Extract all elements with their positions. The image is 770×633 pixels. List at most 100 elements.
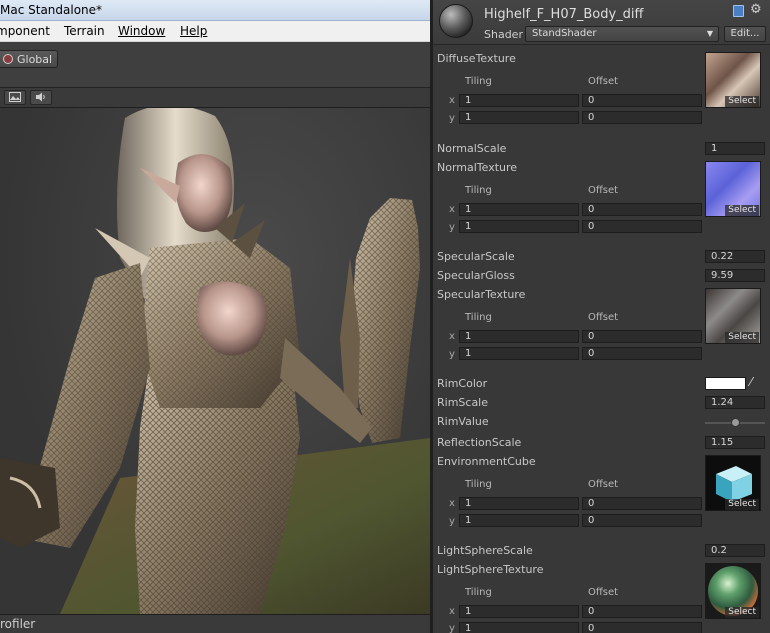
- x-label: x: [449, 95, 455, 106]
- y-label: y: [449, 516, 455, 527]
- normal-scale-label: NormalScale: [437, 142, 507, 155]
- diffuse-offset-x-field[interactable]: 0: [582, 94, 702, 107]
- env-offset-y-field[interactable]: 0: [582, 514, 702, 527]
- specular-tiling-x-field[interactable]: 1: [459, 330, 579, 343]
- diffuse-tiling-y-field[interactable]: 1: [459, 111, 579, 124]
- window-title-bar: Mac Standalone*: [0, 0, 430, 21]
- offset-header: Offset: [588, 76, 619, 87]
- select-button[interactable]: Select: [725, 332, 759, 343]
- menu-bar: mponent Terrain Window Help: [0, 21, 430, 42]
- rim-value-label: RimValue: [437, 415, 489, 428]
- specular-tiling-y-field[interactable]: 1: [459, 347, 579, 360]
- speaker-icon: [36, 92, 45, 102]
- image-icon: [9, 92, 21, 102]
- book-icon[interactable]: [733, 5, 744, 17]
- profiler-label: rofiler: [0, 617, 36, 631]
- shader-value: StandShader: [532, 28, 597, 39]
- normal-texture-slot[interactable]: Select: [705, 161, 761, 217]
- rim-color-label: RimColor: [437, 377, 488, 390]
- rim-scale-label: RimScale: [437, 396, 489, 409]
- x-label: x: [449, 606, 455, 617]
- sphere-tiling-x-field[interactable]: 1: [459, 605, 579, 618]
- normal-tiling-y-field[interactable]: 1: [459, 220, 579, 233]
- window-title: Mac Standalone*: [0, 3, 103, 17]
- y-label: y: [449, 623, 455, 633]
- scene-view-toolbar: [0, 88, 430, 108]
- scene-audio-toggle[interactable]: [30, 90, 52, 105]
- specular-scale-label: SpecularScale: [437, 250, 515, 263]
- specular-scale-field[interactable]: 0.22: [705, 250, 765, 263]
- select-button[interactable]: Select: [725, 205, 759, 216]
- editor-toolbar: Global: [0, 42, 430, 88]
- normal-scale-field[interactable]: 1: [705, 142, 765, 155]
- offset-header: Offset: [588, 479, 619, 490]
- menu-component[interactable]: mponent: [0, 21, 50, 42]
- specular-offset-y-field[interactable]: 0: [582, 347, 702, 360]
- eyedropper-icon[interactable]: ⁄: [750, 375, 752, 389]
- normal-tiling-x-field[interactable]: 1: [459, 203, 579, 216]
- select-button[interactable]: Select: [725, 96, 759, 107]
- material-preview-sphere: [439, 4, 473, 38]
- specular-gloss-label: SpecularGloss: [437, 269, 515, 282]
- normal-texture-label: NormalTexture: [437, 161, 518, 174]
- y-label: y: [449, 349, 455, 360]
- tiling-header: Tiling: [465, 185, 492, 196]
- scene-viewport[interactable]: [0, 108, 430, 614]
- x-label: x: [449, 331, 455, 342]
- normal-offset-y-field[interactable]: 0: [582, 220, 702, 233]
- material-header: Highelf_F_H07_Body_diff ⚙ Shader StandSh…: [433, 0, 770, 45]
- select-button[interactable]: Select: [725, 499, 759, 510]
- rim-color-swatch[interactable]: [705, 377, 746, 390]
- environment-cube-slot[interactable]: Select: [705, 455, 761, 511]
- offset-header: Offset: [588, 312, 619, 323]
- sphere-offset-y-field[interactable]: 0: [582, 622, 702, 633]
- light-sphere-scale-label: LightSphereScale: [437, 544, 533, 557]
- diffuse-offset-y-field[interactable]: 0: [582, 111, 702, 124]
- normal-offset-x-field[interactable]: 0: [582, 203, 702, 216]
- sphere-offset-x-field[interactable]: 0: [582, 605, 702, 618]
- rim-value-slider-thumb[interactable]: [730, 418, 740, 427]
- light-sphere-texture-slot[interactable]: Select: [705, 563, 761, 619]
- reflection-scale-field[interactable]: 1.15: [705, 436, 765, 449]
- character-render: [0, 108, 430, 614]
- diffuse-tiling-x-field[interactable]: 1: [459, 94, 579, 107]
- select-button[interactable]: Select: [725, 607, 759, 618]
- menu-window[interactable]: Window: [118, 21, 165, 42]
- diffuse-texture-label: DiffuseTexture: [437, 52, 516, 65]
- material-inspector: Highelf_F_H07_Body_diff ⚙ Shader StandSh…: [433, 0, 770, 633]
- specular-offset-x-field[interactable]: 0: [582, 330, 702, 343]
- gear-icon[interactable]: ⚙: [750, 3, 762, 17]
- environment-cube-label: EnvironmentCube: [437, 455, 536, 468]
- material-name: Highelf_F_H07_Body_diff: [484, 7, 644, 22]
- specular-texture-slot[interactable]: Select: [705, 288, 761, 344]
- edit-shader-button[interactable]: Edit...: [724, 26, 766, 42]
- tiling-header: Tiling: [465, 587, 492, 598]
- specular-texture-label: SpecularTexture: [437, 288, 526, 301]
- diffuse-texture-slot[interactable]: Select: [705, 52, 761, 108]
- rim-scale-field[interactable]: 1.24: [705, 396, 765, 409]
- menu-help[interactable]: Help: [180, 21, 207, 42]
- y-label: y: [449, 113, 455, 124]
- y-label: y: [449, 222, 455, 233]
- light-sphere-scale-field[interactable]: 0.2: [705, 544, 765, 557]
- tiling-header: Tiling: [465, 76, 492, 87]
- editor-area: Mac Standalone* mponent Terrain Window H…: [0, 0, 430, 633]
- pivot-circle-icon: [3, 54, 13, 64]
- specular-gloss-field[interactable]: 9.59: [705, 269, 765, 282]
- sphere-tiling-y-field[interactable]: 1: [459, 622, 579, 633]
- scene-image-toggle[interactable]: [4, 90, 26, 105]
- profiler-tab[interactable]: rofiler: [0, 614, 430, 633]
- offset-header: Offset: [588, 587, 619, 598]
- menu-terrain[interactable]: Terrain: [64, 21, 105, 42]
- dropdown-arrow-icon: ▼: [706, 29, 713, 38]
- pivot-global-toggle[interactable]: Global: [0, 50, 58, 68]
- env-offset-x-field[interactable]: 0: [582, 497, 702, 510]
- tiling-header: Tiling: [465, 479, 492, 490]
- global-label: Global: [17, 53, 53, 66]
- tiling-header: Tiling: [465, 312, 492, 323]
- env-tiling-x-field[interactable]: 1: [459, 497, 579, 510]
- shader-dropdown[interactable]: StandShader ▼: [525, 26, 719, 42]
- env-tiling-y-field[interactable]: 1: [459, 514, 579, 527]
- x-label: x: [449, 204, 455, 215]
- shader-label: Shader: [484, 28, 523, 41]
